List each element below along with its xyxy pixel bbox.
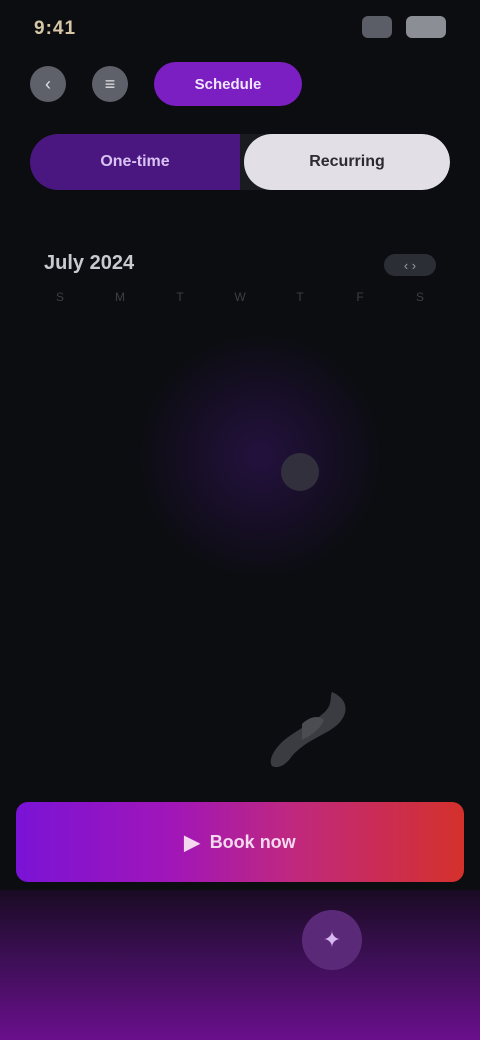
calendar-day[interactable] [90, 444, 150, 500]
calendar-day-selected[interactable] [270, 444, 330, 500]
toolbar: ‹ ≡ Schedule [24, 62, 456, 106]
calendar-day[interactable] [90, 388, 150, 444]
sparkle-icon [262, 684, 362, 774]
filter-button[interactable]: ≡ [92, 66, 128, 102]
calendar-day[interactable] [210, 556, 270, 612]
calendar-day[interactable] [270, 332, 330, 388]
bottom-panel: ✦ [0, 890, 480, 1040]
schedule-pill[interactable]: Schedule [154, 62, 302, 106]
weekday-label: M [115, 290, 125, 304]
calendar-day[interactable] [150, 500, 210, 556]
calendar-day[interactable] [210, 444, 270, 500]
calendar-day[interactable] [330, 388, 390, 444]
weekday-label: F [356, 290, 364, 304]
calendar-day[interactable] [390, 556, 450, 612]
calendar-day[interactable] [150, 332, 210, 388]
calendar-nav-button[interactable]: ‹ › [384, 254, 436, 276]
calendar-day[interactable] [210, 500, 270, 556]
calendar-day[interactable] [30, 444, 90, 500]
weekday-label: T [176, 290, 184, 304]
calendar-day[interactable] [30, 556, 90, 612]
calendar-day[interactable] [30, 332, 90, 388]
sparkle-bubble-icon: ✦ [322, 927, 342, 952]
assistant-bubble-button[interactable]: ✦ [302, 910, 362, 970]
play-icon: ▶ [184, 831, 200, 854]
calendar-day[interactable] [330, 500, 390, 556]
calendar-days-grid [30, 332, 450, 632]
calendar-day[interactable] [390, 444, 450, 500]
calendar-day[interactable] [30, 500, 90, 556]
calendar-day[interactable] [210, 388, 270, 444]
weekday-label: W [234, 290, 246, 304]
calendar-day-number [281, 453, 319, 491]
battery-icon [406, 16, 446, 38]
mode-segmented-control: One-time Recurring [30, 134, 450, 190]
back-button[interactable]: ‹ [30, 66, 66, 102]
segment-recurring[interactable]: Recurring [244, 134, 450, 190]
calendar-day[interactable] [90, 556, 150, 612]
calendar-day[interactable] [150, 444, 210, 500]
calendar-month-title: July 2024 [44, 252, 135, 274]
calendar-header: July 2024 ‹ › [30, 236, 450, 292]
calendar-day[interactable] [210, 332, 270, 388]
calendar-day[interactable] [150, 388, 210, 444]
calendar-day[interactable] [390, 332, 450, 388]
status-icons [362, 16, 446, 38]
calendar-day[interactable] [330, 556, 390, 612]
weekday-label: T [296, 290, 304, 304]
calendar-day[interactable] [90, 332, 150, 388]
calendar-day[interactable] [270, 556, 330, 612]
back-arrow-icon: ‹ [45, 73, 51, 94]
calendar-day[interactable] [270, 500, 330, 556]
weekday-label: S [55, 290, 64, 304]
calendar-day[interactable] [150, 556, 210, 612]
calendar-day[interactable] [90, 500, 150, 556]
calendar-day[interactable] [390, 388, 450, 444]
status-bar: 9:41 [0, 0, 480, 60]
app-screen: 9:41 ‹ ≡ Schedule One-time Recurring Jul… [0, 0, 480, 1040]
filter-icon: ≡ [104, 73, 116, 94]
segment-one-time[interactable]: One-time [30, 134, 240, 190]
calendar-day[interactable] [390, 500, 450, 556]
signal-icon [362, 16, 392, 38]
weekday-row: SMTWTFS [30, 290, 450, 310]
calendar: July 2024 ‹ › S M T W T F S [30, 236, 450, 636]
book-now-label: Book now [209, 831, 296, 852]
weekday-label: S [415, 290, 424, 304]
calendar-day[interactable] [330, 444, 390, 500]
calendar-day[interactable] [30, 388, 90, 444]
status-time: 9:41 [34, 18, 77, 39]
book-now-button[interactable]: ▶ Book now [16, 802, 464, 882]
calendar-day[interactable] [270, 388, 330, 444]
calendar-day[interactable] [330, 332, 390, 388]
